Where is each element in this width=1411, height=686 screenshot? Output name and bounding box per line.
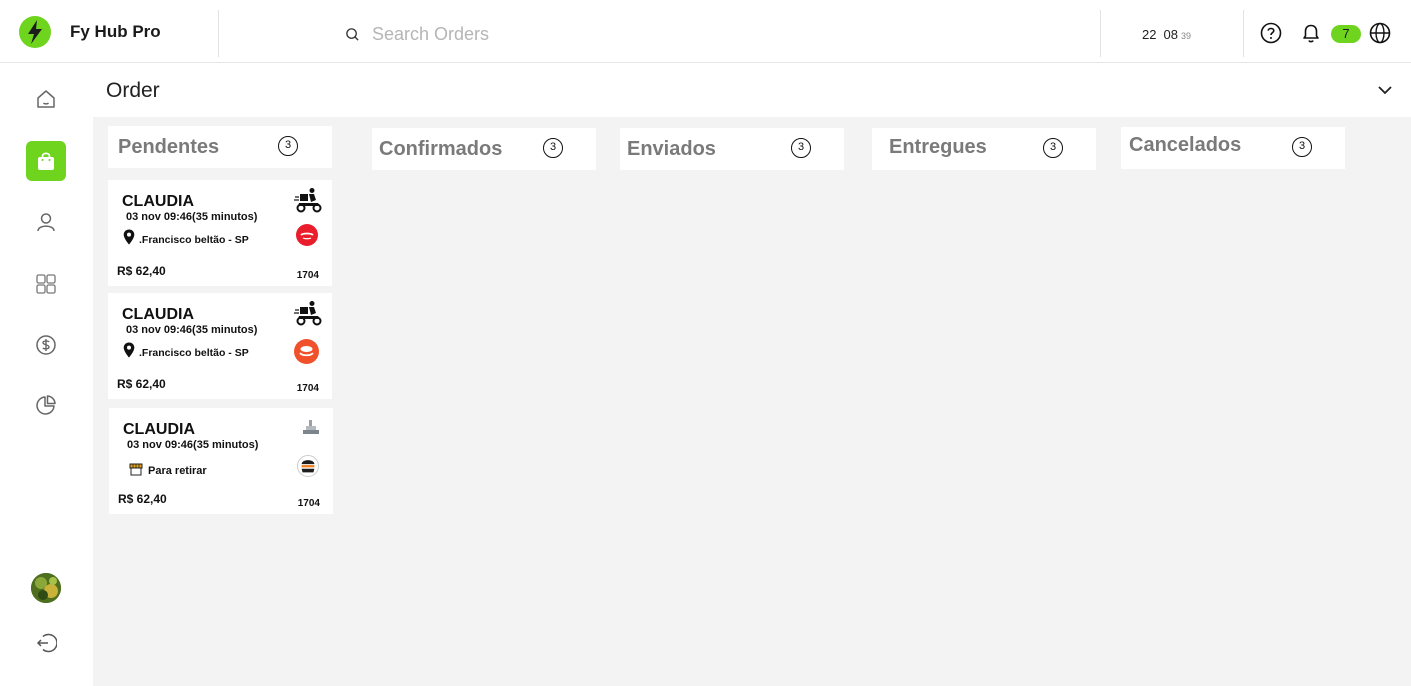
pickup-label: Para retirar [148, 465, 207, 477]
column-entregues[interactable]: Entregues 3 [872, 128, 1096, 170]
lightning-logo-icon[interactable] [19, 16, 51, 48]
delivery-motorcycle-icon [294, 301, 322, 326]
clock-hours: 22 [1142, 27, 1157, 42]
order-number: 1704 [297, 498, 320, 509]
sidebar-item-users[interactable] [26, 202, 66, 242]
divider [1243, 10, 1244, 57]
order-time: 03 nov 09:46(35 minutos) [126, 211, 258, 223]
counter-pickup-icon [303, 420, 319, 434]
clock: 22 08 39 [1142, 27, 1191, 42]
order-location: .Francisco beltão - SP [139, 347, 249, 359]
column-title: Cancelados [1129, 134, 1242, 156]
pie-chart-icon [36, 395, 56, 415]
store-icon [129, 463, 143, 476]
divider [218, 10, 219, 57]
top-bar: Fy Hub Pro 22 0839 7 [0, 0, 1411, 63]
delivery-motorcycle-icon [294, 188, 322, 213]
location-pin-icon [123, 229, 135, 245]
clock-seconds: 39 [1180, 31, 1191, 41]
sidebar-item-orders[interactable] [26, 141, 66, 181]
grid-icon [36, 274, 56, 294]
column-title: Entregues [889, 136, 987, 158]
count-badge: 3 [791, 138, 811, 158]
user-icon [37, 213, 55, 232]
chevron-down-icon[interactable] [1377, 82, 1393, 98]
sidebar-item-reports[interactable] [26, 385, 66, 425]
customer-name: CLAUDIA [123, 421, 195, 438]
order-price: R$ 62,40 [118, 492, 167, 506]
order-price: R$ 62,40 [117, 377, 166, 391]
order-number: 1704 [296, 270, 319, 281]
logout-icon [36, 633, 57, 653]
clock-minutes: 08 [1163, 27, 1178, 42]
column-cancelados[interactable]: Cancelados 3 [1121, 127, 1345, 169]
order-number: 1704 [296, 383, 319, 394]
divider [1100, 10, 1101, 57]
home-icon [37, 90, 55, 108]
burger-platform-logo [297, 455, 319, 477]
order-price: R$ 62,40 [117, 264, 166, 278]
sidebar-item-dashboard[interactable] [26, 264, 66, 304]
column-title: Confirmados [379, 138, 503, 160]
dollar-icon [36, 335, 56, 355]
order-card[interactable]: CLAUDIA 03 nov 09:46(35 minutos) Para re… [109, 408, 333, 514]
search-icon [346, 28, 359, 41]
order-location: .Francisco beltão - SP [139, 234, 249, 246]
globe-icon[interactable] [1369, 22, 1391, 44]
column-title: Pendentes [118, 136, 220, 158]
help-icon[interactable] [1260, 22, 1282, 44]
column-confirmados[interactable]: Confirmados 3 [372, 128, 596, 170]
order-card[interactable]: CLAUDIA 03 nov 09:46(35 minutos) .Franci… [108, 180, 332, 286]
orange-platform-logo [294, 339, 319, 364]
logout-button[interactable] [26, 623, 66, 663]
count-badge: 3 [1292, 137, 1312, 157]
order-time: 03 nov 09:46(35 minutos) [127, 439, 259, 451]
ifood-logo [296, 224, 318, 246]
notification-count-badge[interactable]: 7 [1331, 25, 1361, 43]
order-card[interactable]: CLAUDIA 03 nov 09:46(35 minutos) .Franci… [108, 293, 332, 399]
bell-icon[interactable] [1300, 22, 1322, 44]
search-input[interactable] [372, 20, 1072, 48]
customer-name: CLAUDIA [122, 306, 194, 323]
column-pendentes[interactable]: Pendentes 3 [108, 126, 332, 168]
count-badge: 3 [1043, 138, 1063, 158]
page-title: Order [106, 79, 160, 102]
count-badge: 3 [543, 138, 563, 158]
location-pin-icon [123, 342, 135, 358]
avatar[interactable] [31, 573, 61, 603]
order-header: Order [93, 63, 1411, 117]
column-enviados[interactable]: Enviados 3 [620, 128, 844, 170]
shopping-bag-icon [38, 152, 54, 170]
sidebar [0, 63, 93, 686]
column-title: Enviados [627, 138, 716, 160]
count-badge: 3 [278, 136, 298, 156]
order-time: 03 nov 09:46(35 minutos) [126, 324, 258, 336]
customer-name: CLAUDIA [122, 193, 194, 210]
sidebar-item-home[interactable] [26, 79, 66, 119]
sidebar-item-finance[interactable] [26, 325, 66, 365]
app-name: Fy Hub Pro [70, 22, 161, 41]
